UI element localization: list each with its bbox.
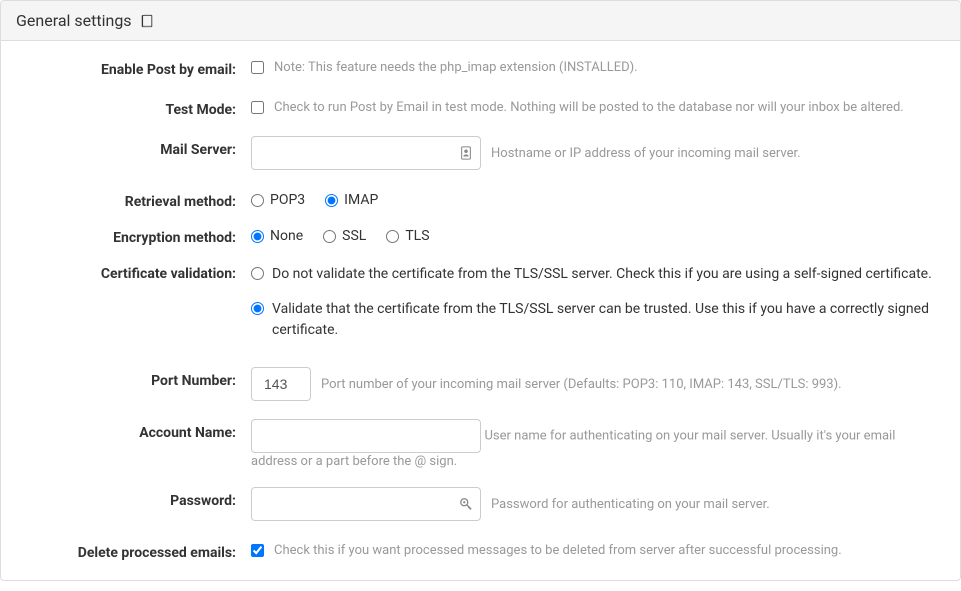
- port-help: Port number of your incoming mail server…: [321, 377, 842, 392]
- cert-novalidate-option[interactable]: Do not validate the certificate from the…: [251, 264, 932, 285]
- mail-server-input[interactable]: [251, 136, 481, 170]
- retrieval-imap-radio[interactable]: [325, 194, 338, 207]
- row-account: Account Name: User name for authenticati…: [21, 419, 940, 469]
- retrieval-pop3-option[interactable]: POP3: [251, 192, 305, 208]
- row-cert: Certificate validation: Do not validate …: [21, 260, 940, 349]
- retrieval-imap-label: IMAP: [344, 192, 378, 208]
- enable-checkbox[interactable]: [251, 61, 264, 74]
- cert-novalidate-label: Do not validate the certificate from the…: [272, 264, 932, 285]
- row-delete-processed: Delete processed emails: Check this if y…: [21, 539, 940, 561]
- delete-processed-checkbox[interactable]: [251, 544, 264, 557]
- encryption-none-option[interactable]: None: [251, 228, 303, 244]
- row-mail-server: Mail Server: Hostname or IP address of y…: [21, 136, 940, 170]
- account-input[interactable]: [251, 419, 481, 453]
- general-settings-panel: General settings Enable Post by email: N…: [0, 0, 961, 581]
- cert-novalidate-radio[interactable]: [251, 267, 264, 280]
- encryption-none-radio[interactable]: [251, 230, 264, 243]
- label-retrieval: Retrieval method:: [21, 188, 251, 210]
- label-delete-processed: Delete processed emails:: [21, 539, 251, 561]
- encryption-tls-label: TLS: [405, 228, 429, 244]
- row-enable: Enable Post by email: Note: This feature…: [21, 56, 940, 78]
- panel-title: General settings: [16, 11, 132, 30]
- label-password: Password:: [21, 487, 251, 509]
- test-mode-note: Check to run Post by Email in test mode.…: [274, 100, 904, 115]
- label-cert: Certificate validation:: [21, 260, 251, 282]
- retrieval-imap-option[interactable]: IMAP: [325, 192, 378, 208]
- label-encryption: Encryption method:: [21, 224, 251, 246]
- cert-validate-option[interactable]: Validate that the certificate from the T…: [251, 299, 940, 341]
- encryption-ssl-option[interactable]: SSL: [323, 228, 366, 244]
- encryption-ssl-radio[interactable]: [323, 230, 336, 243]
- row-retrieval: Retrieval method: POP3 IMAP: [21, 188, 940, 210]
- password-help: Password for authenticating on your mail…: [491, 497, 770, 512]
- book-icon: [140, 14, 154, 28]
- test-mode-checkbox[interactable]: [251, 101, 264, 114]
- row-encryption: Encryption method: None SSL TLS: [21, 224, 940, 246]
- label-port: Port Number:: [21, 367, 251, 389]
- encryption-tls-option[interactable]: TLS: [386, 228, 429, 244]
- encryption-none-label: None: [270, 228, 303, 244]
- label-account: Account Name:: [21, 419, 251, 441]
- delete-processed-note: Check this if you want processed message…: [274, 543, 842, 558]
- panel-body: Enable Post by email: Note: This feature…: [1, 41, 960, 580]
- port-input[interactable]: [251, 367, 311, 401]
- retrieval-pop3-label: POP3: [270, 192, 305, 208]
- panel-header: General settings: [1, 1, 960, 41]
- retrieval-pop3-radio[interactable]: [251, 194, 264, 207]
- label-mail-server: Mail Server:: [21, 136, 251, 158]
- password-input[interactable]: [251, 487, 481, 521]
- encryption-tls-radio[interactable]: [386, 230, 399, 243]
- row-password: Password: Password for authenticating on…: [21, 487, 940, 521]
- cert-validate-label: Validate that the certificate from the T…: [272, 299, 940, 341]
- enable-note: Note: This feature needs the php_imap ex…: [274, 60, 638, 75]
- row-test-mode: Test Mode: Check to run Post by Email in…: [21, 96, 940, 118]
- encryption-ssl-label: SSL: [342, 228, 366, 244]
- mail-server-help: Hostname or IP address of your incoming …: [491, 146, 801, 161]
- label-test-mode: Test Mode:: [21, 96, 251, 118]
- cert-validate-radio[interactable]: [251, 302, 264, 315]
- row-port: Port Number: Port number of your incomin…: [21, 367, 940, 401]
- label-enable: Enable Post by email:: [21, 56, 251, 78]
